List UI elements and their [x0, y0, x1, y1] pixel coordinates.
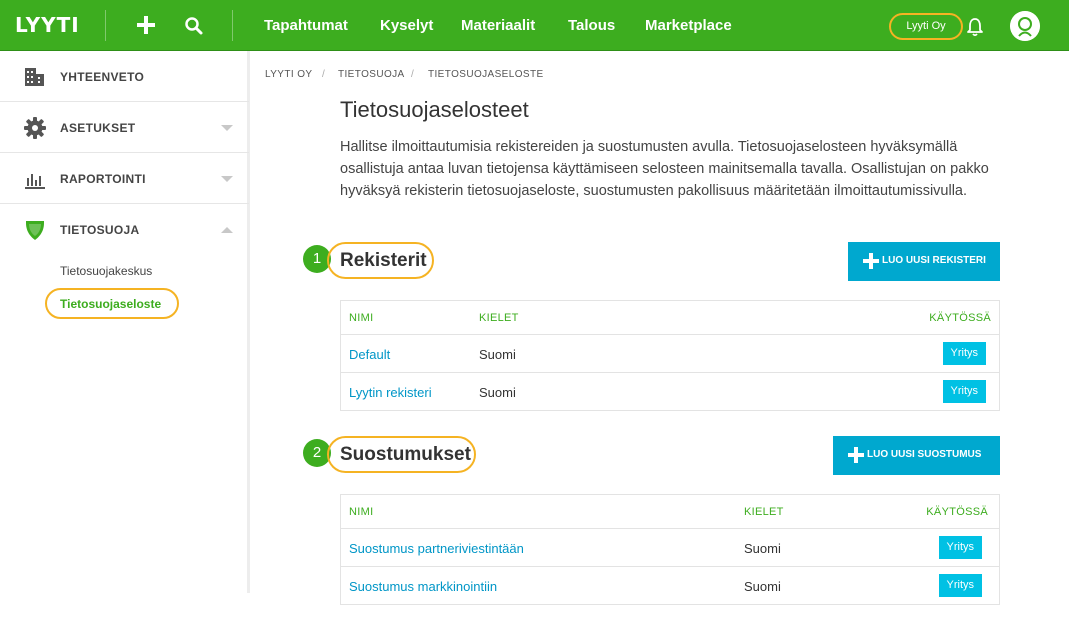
breadcrumb-tietosuojaseloste: TIETOSUOJASELOSTE — [428, 69, 544, 80]
register-name-link[interactable]: Default — [349, 347, 390, 362]
column-header-kaytossa[interactable]: KÄYTÖSSÄ — [929, 312, 991, 324]
usage-badge[interactable]: Yritys — [942, 342, 986, 365]
sidebar-subitem-tietosuojakeskus[interactable]: Tietosuojakeskus — [60, 264, 152, 278]
table-row: Suostumus partneriviestintään Suomi Yrit… — [341, 528, 999, 566]
column-header-kaytossa[interactable]: KÄYTÖSSÄ — [926, 506, 988, 518]
breadcrumb-separator: / — [411, 69, 414, 80]
register-name-link[interactable]: Lyytin rekisteri — [349, 385, 432, 400]
registers-table: NIMI KIELET KÄYTÖSSÄ Default Suomi Yrity… — [340, 300, 1000, 411]
intro-text: Hallitse ilmoittautumisia rekistereiden … — [340, 139, 989, 199]
sidebar-item-label: YHTEENVETO — [60, 70, 145, 84]
page-title: Tietosuojaselosteet — [340, 97, 529, 122]
table-header: NIMI KIELET KÄYTÖSSÄ — [341, 495, 999, 528]
sidebar-item-label: TIETOSUOJA — [60, 223, 140, 237]
sidebar-item-asetukset[interactable]: ASETUKSET — [0, 102, 249, 153]
gear-icon — [24, 117, 46, 139]
plus-icon[interactable] — [135, 14, 157, 36]
chevron-down-icon — [221, 125, 233, 131]
bar-chart-icon — [25, 174, 45, 189]
column-header-kielet[interactable]: KIELET — [479, 312, 519, 324]
nav-kyselyt[interactable]: Kyselyt — [380, 17, 433, 34]
divider — [232, 10, 233, 41]
table-row: Suostumus markkinointiin Suomi Yritys — [341, 566, 999, 604]
search-icon[interactable] — [184, 16, 204, 36]
column-header-kielet[interactable]: KIELET — [744, 506, 784, 518]
breadcrumb-separator: / — [322, 69, 325, 80]
section-title-suostumukset: Suostumukset — [340, 444, 471, 465]
nav-tapahtumat[interactable]: Tapahtumat — [264, 17, 348, 34]
highlight-outline — [45, 288, 179, 319]
sidebar-item-tietosuoja[interactable]: TIETOSUOJA — [0, 204, 249, 256]
plus-icon — [848, 447, 864, 463]
register-language: Suomi — [479, 385, 516, 400]
create-consent-button[interactable]: LUO UUSI SUOSTUMUS — [833, 436, 1000, 475]
divider — [105, 10, 106, 41]
usage-badge[interactable]: Yritys — [942, 380, 986, 403]
chevron-down-icon — [221, 176, 233, 182]
breadcrumb-tietosuoja[interactable]: TIETOSUOJA — [338, 69, 405, 80]
sidebar-item-label: ASETUKSET — [60, 121, 136, 135]
column-header-nimi[interactable]: NIMI — [349, 312, 373, 324]
shield-icon — [26, 221, 44, 240]
organization-switcher[interactable]: Lyyti Oy — [889, 13, 963, 40]
register-language: Suomi — [479, 347, 516, 362]
lyyti-logo[interactable]: LYYTI — [15, 13, 80, 37]
consent-language: Suomi — [744, 579, 781, 594]
plus-icon — [863, 253, 879, 269]
table-row: Lyytin rekisteri Suomi Yritys — [341, 372, 999, 410]
consents-table: NIMI KIELET KÄYTÖSSÄ Suostumus partneriv… — [340, 494, 1000, 605]
table-header: NIMI KIELET KÄYTÖSSÄ — [341, 301, 999, 334]
bell-icon[interactable] — [966, 17, 984, 37]
nav-marketplace[interactable]: Marketplace — [645, 17, 732, 34]
sidebar: YHTEENVETO ASETUKSET RAPORTOINTI TIETOSU… — [0, 51, 250, 593]
sidebar-item-raportointi[interactable]: RAPORTOINTI — [0, 153, 249, 204]
usage-badge[interactable]: Yritys — [938, 574, 982, 597]
user-avatar-icon[interactable] — [1010, 11, 1040, 41]
consent-name-link[interactable]: Suostumus partneriviestintään — [349, 541, 524, 556]
consent-language: Suomi — [744, 541, 781, 556]
sidebar-item-label: RAPORTOINTI — [60, 172, 146, 186]
top-bar: LYYTI Tapahtumat Kyselyt Materiaalit Tal… — [0, 0, 1069, 51]
sidebar-item-yhteenveto[interactable]: YHTEENVETO — [0, 51, 249, 102]
breadcrumb-lyyti-oy[interactable]: LYYTI OY — [265, 69, 312, 80]
create-register-button[interactable]: LUO UUSI REKISTERI — [848, 242, 1000, 281]
nav-talous[interactable]: Talous — [568, 17, 615, 34]
nav-materiaalit[interactable]: Materiaalit — [461, 17, 535, 34]
table-row: Default Suomi Yritys — [341, 334, 999, 372]
column-header-nimi[interactable]: NIMI — [349, 506, 373, 518]
building-icon — [25, 68, 44, 86]
section-title-rekisterit: Rekisterit — [340, 250, 427, 271]
chevron-up-icon — [221, 227, 233, 233]
consent-name-link[interactable]: Suostumus markkinointiin — [349, 579, 497, 594]
usage-badge[interactable]: Yritys — [938, 536, 982, 559]
